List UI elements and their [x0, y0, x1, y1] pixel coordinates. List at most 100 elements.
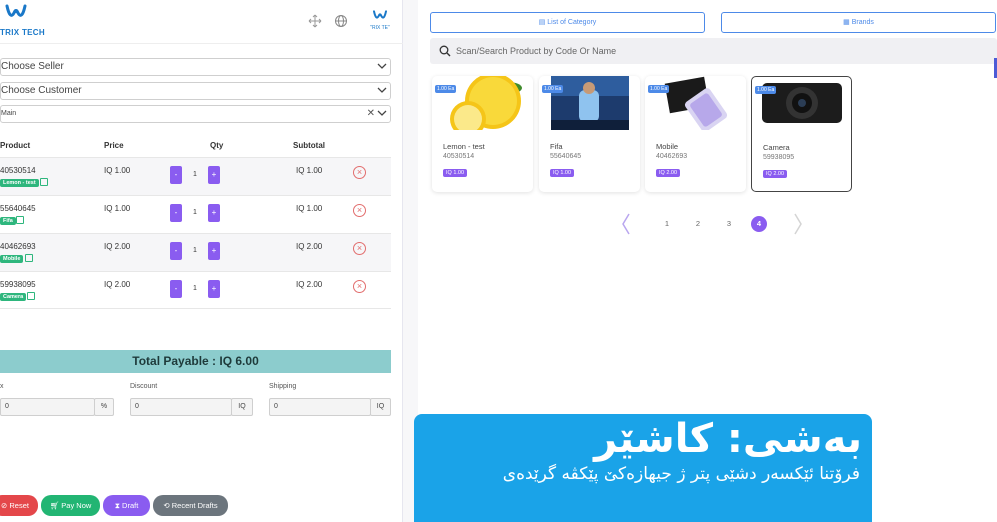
product-card[interactable]: 1.00 Ea Mobile 40462693 IQ 2.00 [645, 76, 746, 192]
chevron-right-icon[interactable] [793, 212, 803, 236]
recent-drafts-button[interactable]: ⟲ Recent Drafts [153, 495, 228, 516]
kurdish-caption-banner: بەشی: کاشێر فرۆتنا ئێکسەر دشێی پتر ژ جیه… [414, 414, 872, 522]
banner-subtitle: فرۆتنا ئێکسەر دشێی پتر ژ جیهازەکێ پێکڤە … [502, 464, 860, 484]
qty-decrease-button[interactable]: - [170, 166, 182, 184]
header-price: Price [104, 141, 124, 150]
product-price: IQ 2.00 [104, 280, 131, 289]
hourglass-icon: ⧗ [114, 501, 123, 510]
product-card[interactable]: 1.00 Ea Fifa 55640645 IQ 1.00 [539, 76, 640, 192]
product-code: 55640645 [550, 153, 582, 160]
qty-value[interactable]: 1 [185, 242, 205, 260]
qty-value[interactable]: 1 [185, 204, 205, 222]
history-icon: ⟲ [163, 501, 172, 510]
reset-label: Reset [9, 501, 29, 510]
product-price: IQ 2.00 [104, 242, 131, 251]
fifa-cover-image [551, 76, 629, 130]
page-4-active[interactable]: 4 [751, 216, 767, 232]
stock-badge: 1.00 Ea [755, 86, 777, 94]
row-subtotal: IQ 1.00 [296, 204, 323, 213]
product-card-selected[interactable]: 1.00 Ea Camera 59938095 IQ 2.00 [751, 76, 852, 192]
product-tag: Camera [0, 293, 27, 301]
header-product: Product [0, 141, 31, 150]
row-subtotal: IQ 1.00 [296, 166, 323, 175]
chevron-left-icon[interactable] [621, 212, 631, 236]
qty-increase-button[interactable]: + [208, 280, 220, 298]
chevron-down-icon [377, 87, 387, 93]
qty-value[interactable]: 1 [185, 166, 205, 184]
price-badge: IQ 1.00 [443, 169, 468, 177]
edit-icon[interactable] [16, 216, 24, 224]
remove-item-icon[interactable]: × [353, 166, 366, 179]
product-code: 40462693 [656, 153, 688, 160]
table-row: 40462693 Mobile IQ 2.00 - 1 + IQ 2.00 × [0, 233, 391, 271]
chevron-down-icon [377, 63, 387, 69]
qty-decrease-button[interactable]: - [170, 204, 182, 222]
user-avatar[interactable]: "RIX TE" [369, 10, 391, 34]
discount-input[interactable]: 0 [130, 398, 232, 416]
logo-mark-icon [5, 4, 27, 17]
clear-icon[interactable]: ✕ [367, 106, 375, 122]
shipping-input[interactable]: 0 [269, 398, 371, 416]
seller-select[interactable]: Choose Seller [0, 58, 391, 76]
qty-decrease-button[interactable]: - [170, 280, 182, 298]
page-1[interactable]: 1 [659, 216, 675, 232]
mini-logo-icon [373, 10, 387, 19]
product-tag: Lemon - test [0, 179, 39, 187]
page-3[interactable]: 3 [721, 216, 737, 232]
search-placeholder: Scan/Search Product by Code Or Name [456, 46, 617, 56]
reset-button[interactable]: ⊘ Reset [0, 495, 38, 516]
edit-icon[interactable] [40, 178, 48, 186]
shipping-suffix: IQ [370, 398, 391, 416]
price-badge: IQ 2.00 [656, 169, 681, 177]
pay-now-button[interactable]: 🛒︎ Pay Now [41, 495, 100, 516]
discount-label: Discount [130, 383, 158, 390]
row-subtotal: IQ 2.00 [296, 242, 323, 251]
top-bar: TRIX TECH "RIX TE" [0, 0, 403, 44]
qty-decrease-button[interactable]: - [170, 242, 182, 260]
draft-button[interactable]: ⧗ Draft [103, 495, 150, 516]
price-badge: IQ 1.00 [550, 169, 575, 177]
brands-button[interactable]: ▦ Brands [721, 12, 996, 33]
mini-logo-text: "RIX TE" [370, 25, 390, 31]
edit-icon[interactable] [27, 292, 35, 300]
qty-increase-button[interactable]: + [208, 204, 220, 222]
language-globe-icon[interactable] [334, 14, 348, 28]
price-badge: IQ 2.00 [763, 170, 788, 178]
remove-item-icon[interactable]: × [353, 280, 366, 293]
tax-input[interactable]: 0 [0, 398, 95, 416]
brands-icon: ▦ [843, 19, 852, 26]
product-code: 59938095 [0, 280, 36, 289]
list-of-category-button[interactable]: ▤ List of Category [430, 12, 705, 33]
tax-suffix: % [94, 398, 114, 416]
header-qty: Qty [210, 141, 224, 150]
category-icon: ▤ [538, 19, 548, 26]
remove-item-icon[interactable]: × [353, 204, 366, 217]
edit-icon[interactable] [25, 254, 33, 262]
warehouse-select[interactable]: Main ✕ [0, 105, 391, 123]
category-label: List of Category [547, 19, 597, 26]
remove-item-icon[interactable]: × [353, 242, 366, 255]
qty-increase-button[interactable]: + [208, 166, 220, 184]
qty-increase-button[interactable]: + [208, 242, 220, 260]
product-code: 40530514 [443, 153, 475, 160]
row-subtotal: IQ 2.00 [296, 280, 323, 289]
chevron-down-icon [377, 110, 387, 116]
header-subtotal: Subtotal [293, 141, 325, 150]
product-price: IQ 1.00 [104, 204, 131, 213]
product-card[interactable]: 1.00 Ea Lemon - test 40530514 IQ 1.00 [432, 76, 533, 192]
logo: TRIX TECH [0, 4, 45, 40]
product-code: 40530514 [0, 166, 36, 175]
shipping-label: Shipping [269, 383, 297, 390]
draft-label: Draft [122, 501, 139, 510]
product-search-input[interactable]: Scan/Search Product by Code Or Name [430, 38, 997, 64]
recent-drafts-label: Recent Drafts [171, 501, 218, 510]
stock-badge: 1.00 Ea [648, 85, 670, 93]
cart-icon: 🛒︎ [49, 501, 62, 510]
qty-value[interactable]: 1 [185, 280, 205, 298]
product-name: Mobile [656, 142, 679, 151]
page-2[interactable]: 2 [690, 216, 706, 232]
banner-title: بەشی: کاشێر [594, 416, 862, 462]
product-code: 59938095 [763, 154, 795, 161]
customer-select[interactable]: Choose Customer [0, 82, 391, 100]
fullscreen-icon[interactable] [308, 14, 322, 28]
